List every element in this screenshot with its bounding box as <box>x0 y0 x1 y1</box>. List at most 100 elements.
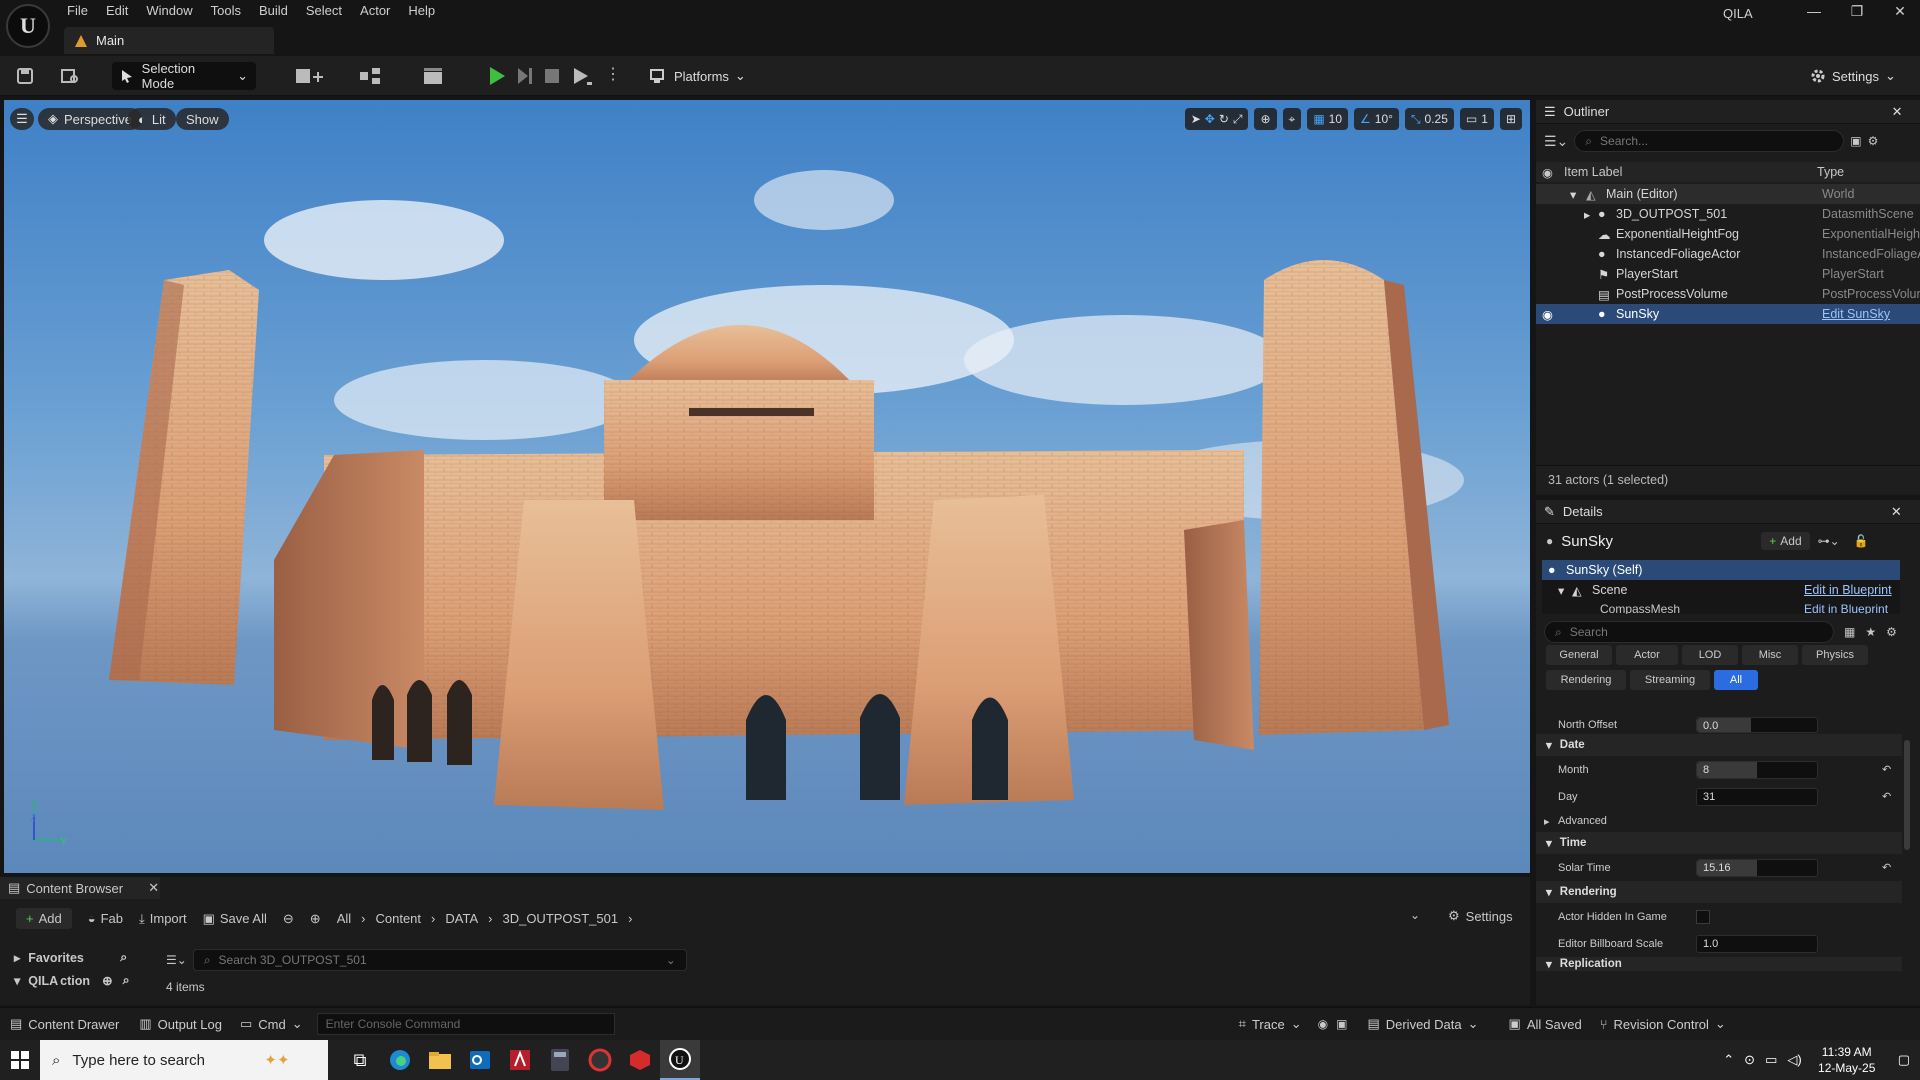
revision-control-dropdown[interactable]: ⑂ Revision Control ⌄ <box>1600 1016 1726 1032</box>
details-search-input[interactable]: ⌕ Search <box>1544 621 1834 643</box>
network-icon[interactable]: ▭ <box>1765 1052 1777 1068</box>
lit-button[interactable]: ◐ Lit <box>128 108 176 130</box>
menu-actor[interactable]: Actor <box>351 0 399 22</box>
filter-icon[interactable]: ☰⌄ <box>1544 133 1568 150</box>
save-all-button[interactable]: ▣ Save All <box>203 911 267 927</box>
show-button[interactable]: Show <box>176 108 229 130</box>
month-input[interactable]: 8 <box>1696 760 1818 779</box>
save-icon[interactable] <box>16 67 34 85</box>
level-viewport[interactable]: Z Y ☰ ◈ Perspective ◐ Lit Show ➤ ✥ ↻ ⤢ ⊕… <box>4 100 1530 873</box>
rotate-tool-icon[interactable]: ↻ <box>1219 112 1229 126</box>
reset-icon[interactable]: ↶ <box>1882 790 1891 803</box>
tab-actor[interactable]: Actor <box>1616 645 1678 665</box>
gear-icon[interactable]: ⚙ <box>1886 625 1897 639</box>
file-explorer-icon[interactable] <box>420 1040 460 1080</box>
prop-advanced[interactable]: ▸ Advanced <box>1536 810 1902 832</box>
play-icon[interactable] <box>488 66 506 86</box>
reset-icon[interactable]: ↶ <box>1882 861 1891 874</box>
browse-icon[interactable] <box>60 67 80 85</box>
tree-row-outpost[interactable]: ▸ ● 3D_OUTPOST_501 DatasmithScene <box>1536 204 1920 224</box>
edit-in-blueprint-link[interactable]: Edit in Blueprint <box>1804 602 1888 614</box>
breadcrumb-content[interactable]: Content <box>375 911 421 926</box>
tree-row-sunsky[interactable]: ◉ ● SunSky Edit SunSky <box>1536 304 1920 324</box>
surface-snap-toggle[interactable]: ⌖ <box>1282 108 1302 130</box>
viewport-layout-button[interactable]: ⊞ <box>1499 108 1522 130</box>
gear-icon[interactable]: ⚙ <box>1868 134 1879 148</box>
console-input[interactable]: Enter Console Command <box>316 1013 615 1035</box>
menu-help[interactable]: Help <box>399 0 444 22</box>
settings-dropdown[interactable]: Settings ⌄ <box>1810 62 1896 90</box>
add-collection-icon[interactable]: ⊕ <box>102 973 112 988</box>
tree-row-fog[interactable]: ☁ ExponentialHeightFog ExponentialHeight… <box>1536 224 1920 244</box>
outlook-icon[interactable] <box>460 1040 500 1080</box>
add-button[interactable]: + Add <box>16 908 72 929</box>
category-replication[interactable]: ▾ Replication <box>1536 957 1902 971</box>
edit-sunsky-link[interactable]: Edit SunSky <box>1822 307 1920 321</box>
component-compass[interactable]: CompassMesh Edit in Blueprint <box>1542 600 1900 614</box>
recorder-icon[interactable] <box>580 1040 620 1080</box>
tree-row-foliage[interactable]: ● InstancedFoliageActor InstancedFoliage… <box>1536 244 1920 264</box>
menu-build[interactable]: Build <box>250 0 297 22</box>
content-settings-button[interactable]: ⚙ Settings <box>1448 908 1513 924</box>
skip-icon[interactable] <box>516 67 534 85</box>
breadcrumb-data[interactable]: DATA <box>445 911 478 926</box>
cinematics-icon[interactable] <box>422 66 456 86</box>
perspective-button[interactable]: ◈ Perspective <box>38 108 142 130</box>
forward-icon[interactable]: ⊕ <box>310 911 321 927</box>
menu-tools[interactable]: Tools <box>202 0 250 22</box>
close-window-button[interactable]: ✕ <box>1877 0 1920 22</box>
breadcrumb-all[interactable]: All <box>337 911 351 926</box>
outliner-search-input[interactable]: ⌕ Search... <box>1574 130 1845 152</box>
move-tool-icon[interactable]: ✥ <box>1205 112 1215 126</box>
autocad-icon[interactable] <box>500 1040 540 1080</box>
chevron-down-icon[interactable]: ⌄ <box>666 953 676 967</box>
tab-all[interactable]: All <box>1714 670 1758 690</box>
content-search-input[interactable]: ⌕ Search 3D_OUTPOST_501 ⌄ <box>192 949 687 971</box>
details-scrollbar[interactable] <box>1904 740 1910 850</box>
screenshot-icon[interactable]: ▣ <box>1336 1017 1347 1031</box>
actor-hidden-checkbox[interactable] <box>1696 909 1710 924</box>
col-item-label[interactable]: Item Label <box>1564 165 1622 179</box>
meet-icon[interactable]: ⊙ <box>1744 1052 1755 1068</box>
tab-misc[interactable]: Misc <box>1742 645 1798 665</box>
table-view-icon[interactable]: ▦ <box>1844 625 1855 639</box>
stop-icon[interactable] <box>544 68 560 84</box>
reset-icon[interactable]: ↶ <box>1882 763 1891 776</box>
trace-dropdown[interactable]: ⌗ Trace ⌄ <box>1239 1016 1302 1032</box>
component-scene[interactable]: ▾ ◭ Scene Edit in Blueprint <box>1542 580 1900 600</box>
favorites-section[interactable]: ▸ Favorites ⌕ <box>14 950 144 965</box>
tab-streaming[interactable]: Streaming <box>1630 670 1710 690</box>
derived-data-dropdown[interactable]: ▤ Derived Data ⌄ <box>1367 1016 1478 1032</box>
menu-window[interactable]: Window <box>137 0 201 22</box>
category-date[interactable]: ▾ Date <box>1536 734 1902 756</box>
add-component-button[interactable]: + Add <box>1761 532 1810 550</box>
day-input[interactable]: 31 <box>1696 787 1818 806</box>
restore-button[interactable]: ❐ <box>1834 0 1880 22</box>
windows-start-icon[interactable] <box>0 1040 40 1080</box>
search-icon[interactable]: ⌕ <box>123 973 130 988</box>
tab-rendering[interactable]: Rendering <box>1546 670 1626 690</box>
star-icon[interactable]: ★ <box>1865 625 1876 639</box>
record-icon[interactable]: ◉ <box>1318 1017 1328 1031</box>
edit-in-blueprint-link[interactable]: Edit in Blueprint <box>1804 583 1892 597</box>
edge-icon[interactable] <box>380 1040 420 1080</box>
all-saved-button[interactable]: ▣ All Saved <box>1509 1016 1582 1032</box>
scale-tool-icon[interactable]: ⤢ <box>1233 112 1243 127</box>
selection-mode-dropdown[interactable]: Selection Mode ⌄ <box>112 61 256 91</box>
volume-icon[interactable]: ◁) <box>1787 1052 1801 1068</box>
content-drawer-button[interactable]: ▤ Content Drawer <box>10 1016 119 1032</box>
blueprint-icon[interactable]: ⊶⌄ <box>1818 534 1840 548</box>
billboard-scale-input[interactable]: 1.0 <box>1696 934 1818 953</box>
add-actor-icon[interactable] <box>294 66 328 86</box>
clock[interactable]: 11:39 AM 12-May-25 <box>1812 1044 1882 1076</box>
blueprint-icon[interactable] <box>358 66 392 86</box>
notifications-icon[interactable]: ▢ <box>1898 1052 1910 1068</box>
output-log-button[interactable]: ▥ Output Log <box>139 1016 222 1032</box>
tree-row-world[interactable]: ▾ ◭ Main (Editor) World <box>1536 184 1920 204</box>
filter-icon[interactable]: ☰⌄ <box>166 953 187 967</box>
component-self[interactable]: ● SunSky (Self) <box>1542 560 1900 580</box>
tree-row-playerstart[interactable]: ⚑ PlayerStart PlayerStart <box>1536 264 1920 284</box>
minimize-button[interactable]: — <box>1791 0 1837 22</box>
north-offset-input[interactable]: 0.0 <box>1696 717 1818 733</box>
camera-speed[interactable]: ▭ 1 <box>1459 108 1494 130</box>
